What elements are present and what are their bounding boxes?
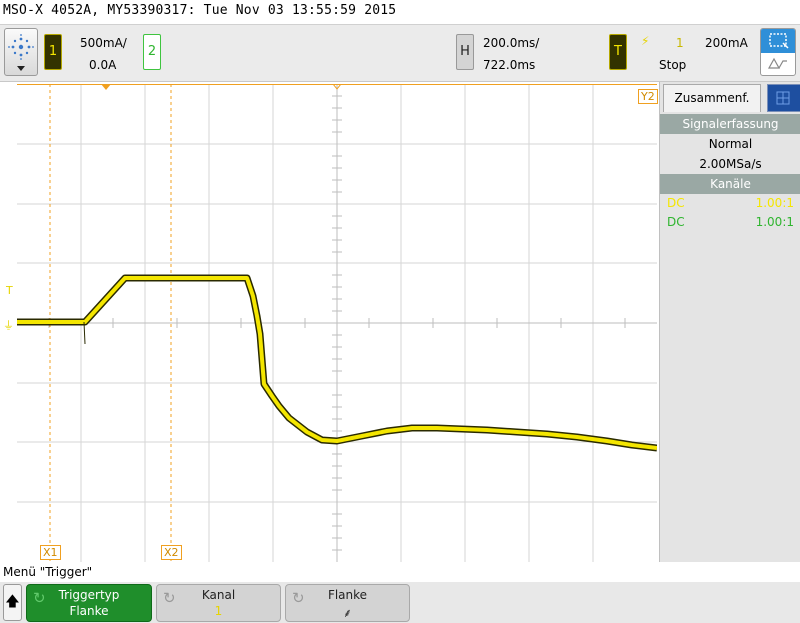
- channel-1-offset: 0.0A: [89, 58, 117, 72]
- acquisition-mode: Normal: [708, 137, 753, 151]
- autoscale-icon: [761, 29, 795, 53]
- delta-icon: [767, 57, 787, 69]
- channel-2-key[interactable]: 2: [143, 34, 161, 70]
- instrument-title: MSO-X 4052A, MY53390317: Tue Nov 03 13:5…: [3, 3, 397, 18]
- horizontal-scale: 200.0ms/: [483, 36, 540, 50]
- trigger-source: 1: [676, 36, 684, 50]
- rotate-knob-icon: ↻: [292, 589, 305, 607]
- top-status-bar: [0, 24, 800, 82]
- softkey-trigger-type-value: Flanke: [69, 604, 109, 618]
- channel-1-probe: 1.00:1: [755, 196, 794, 210]
- trigger-level: 200mA: [705, 36, 748, 50]
- trigger-level-marker: T: [6, 284, 13, 297]
- cursor-x2-label[interactable]: X2: [161, 545, 182, 560]
- tab-grid-icon[interactable]: [767, 84, 800, 112]
- cursor-x1-label[interactable]: X1: [40, 545, 61, 560]
- channel-2-coupling: DC: [667, 215, 685, 229]
- channel-1-coupling: DC: [667, 196, 685, 210]
- run-status: Stop: [659, 58, 687, 72]
- menu-title: Menü "Trigger": [3, 565, 93, 579]
- channel-1-key[interactable]: 1: [44, 34, 62, 70]
- rotate-knob-icon: ↻: [163, 589, 176, 607]
- softkey-channel[interactable]: ↻ Kanal 1: [156, 584, 281, 622]
- softkey-trigger-type[interactable]: ↻ Triggertyp Flanke: [26, 584, 152, 622]
- back-button[interactable]: 🡅: [3, 584, 22, 621]
- rotate-knob-icon: ↻: [33, 589, 46, 607]
- tab-summary[interactable]: Zusammenf.: [663, 84, 761, 112]
- summary-side-panel: Zusammenf. Signalerfassung Normal 2.00MS…: [659, 82, 800, 562]
- ground-level-marker: ⏚: [3, 319, 14, 332]
- channels-header: Kanäle: [660, 174, 800, 194]
- channel-2-probe: 1.00:1: [755, 215, 794, 229]
- channel-row-2: DC 1.00:1: [660, 213, 800, 232]
- trigger-slope-icon: ⚡: [641, 34, 650, 48]
- channel-1-scale: 500mA/: [80, 36, 127, 50]
- up-arrow-icon: 🡅: [5, 594, 20, 610]
- autoscale-button[interactable]: [760, 28, 796, 76]
- horizontal-position: 722.0ms: [483, 58, 536, 72]
- help-burst-icon: [8, 34, 34, 71]
- cursor-y2-label[interactable]: Y2: [638, 89, 658, 104]
- sample-rate: 2.00MSa/s: [699, 157, 762, 171]
- help-button[interactable]: [4, 28, 38, 76]
- channel-row-1: DC 1.00:1: [660, 194, 800, 213]
- waveform-display[interactable]: [17, 84, 657, 562]
- trigger-key[interactable]: T: [609, 34, 627, 70]
- horizontal-key[interactable]: H: [456, 34, 474, 70]
- acquisition-header: Signalerfassung: [660, 114, 800, 134]
- softkey-slope[interactable]: ↻ Flanke ⸙: [285, 584, 410, 622]
- softkey-trigger-type-label: Triggertyp: [58, 588, 120, 602]
